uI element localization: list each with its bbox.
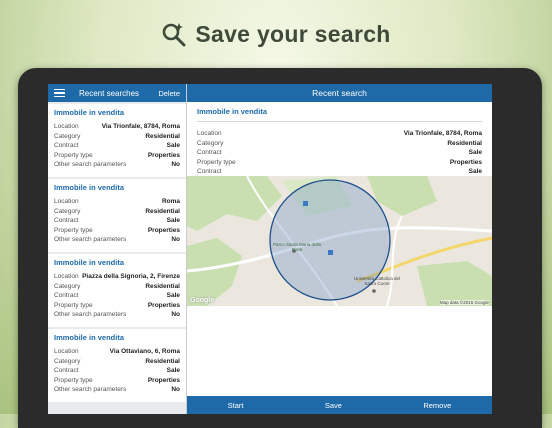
- search-card-title: Immobile in vendita: [54, 108, 180, 117]
- search-card[interactable]: Immobile in vendita LocationRoma Categor…: [48, 179, 186, 252]
- card-row-property-type: Property typeProperties: [54, 301, 180, 311]
- search-card[interactable]: Immobile in vendita LocationVia Ottavian…: [48, 329, 186, 402]
- detail-row-category: CategoryResidential: [197, 139, 482, 149]
- delete-button[interactable]: Delete: [158, 89, 180, 98]
- card-row-other-params: Other search parametersNo: [54, 160, 180, 170]
- search-card[interactable]: Immobile in vendita LocationPiazza della…: [48, 254, 186, 327]
- card-row-location: LocationPiazza della Signoria, 2, Firenz…: [54, 272, 180, 282]
- detail-row-property-type: ContractSale: [197, 148, 482, 158]
- map-label-park: Parco Santa Maria della Pietà: [271, 242, 323, 252]
- detail-row-property-type-2: Property typeProperties: [197, 158, 482, 168]
- card-row-contract: ContractSale: [54, 141, 180, 151]
- map-label-university: Università Cattolica del Sacro Cuore: [349, 276, 405, 286]
- remove-button[interactable]: Remove: [423, 401, 451, 410]
- card-row-category: CategoryResidential: [54, 207, 180, 217]
- map-canvas[interactable]: [187, 176, 492, 306]
- search-card-title: Immobile in vendita: [54, 183, 180, 192]
- search-detail: Immobile in vendita LocationVia Trionfal…: [187, 102, 492, 182]
- transit-icon: [303, 201, 308, 206]
- card-row-category: CategoryResidential: [54, 357, 180, 367]
- search-area-map[interactable]: Parco Santa Maria della Pietà Università…: [187, 176, 492, 306]
- headline: Save your search: [0, 16, 552, 52]
- card-row-location: LocationVia Ottaviano, 6, Roma: [54, 347, 180, 357]
- recent-searches-title: Recent searches: [79, 89, 158, 98]
- search-sparkle-icon: [161, 21, 187, 47]
- card-row-category: CategoryResidential: [54, 282, 180, 292]
- recent-search-panel: Recent search Immobile in vendita Locati…: [187, 84, 492, 414]
- detail-title: Immobile in vendita: [197, 107, 482, 122]
- card-row-other-params: Other search parametersNo: [54, 235, 180, 245]
- search-card-title: Immobile in vendita: [54, 258, 180, 267]
- card-row-category: CategoryResidential: [54, 132, 180, 142]
- app-screen: Recent searches Delete Immobile in vendi…: [48, 84, 492, 414]
- card-row-other-params: Other search parametersNo: [54, 310, 180, 320]
- detail-row-location: LocationVia Trionfale, 8784, Roma: [197, 129, 482, 139]
- search-card-title: Immobile in vendita: [54, 333, 180, 342]
- card-row-contract: ContractSale: [54, 216, 180, 226]
- action-bar: Start Save Remove: [187, 396, 492, 414]
- recent-searches-panel: Recent searches Delete Immobile in vendi…: [48, 84, 187, 414]
- menu-icon[interactable]: [54, 89, 65, 97]
- card-row-property-type: Property typeProperties: [54, 376, 180, 386]
- search-card[interactable]: Immobile in vendita LocationVia Trionfal…: [48, 104, 186, 177]
- card-row-other-params: Other search parametersNo: [54, 385, 180, 395]
- card-row-location: LocationVia Trionfale, 8784, Roma: [54, 122, 180, 132]
- recent-searches-header: Recent searches Delete: [48, 84, 186, 102]
- map-attribution: Map data ©2015 Google: [440, 300, 489, 305]
- save-button[interactable]: Save: [325, 401, 342, 410]
- card-row-location: LocationRoma: [54, 197, 180, 207]
- transit-icon: [328, 250, 333, 255]
- poi-marker: [372, 289, 376, 293]
- card-row-property-type: Property typeProperties: [54, 151, 180, 161]
- headline-text: Save your search: [195, 21, 390, 48]
- card-row-property-type: Property typeProperties: [54, 226, 180, 236]
- card-row-contract: ContractSale: [54, 366, 180, 376]
- start-button[interactable]: Start: [228, 401, 244, 410]
- google-logo: Google: [190, 297, 214, 304]
- card-row-contract: ContractSale: [54, 291, 180, 301]
- recent-search-header: Recent search: [187, 84, 492, 102]
